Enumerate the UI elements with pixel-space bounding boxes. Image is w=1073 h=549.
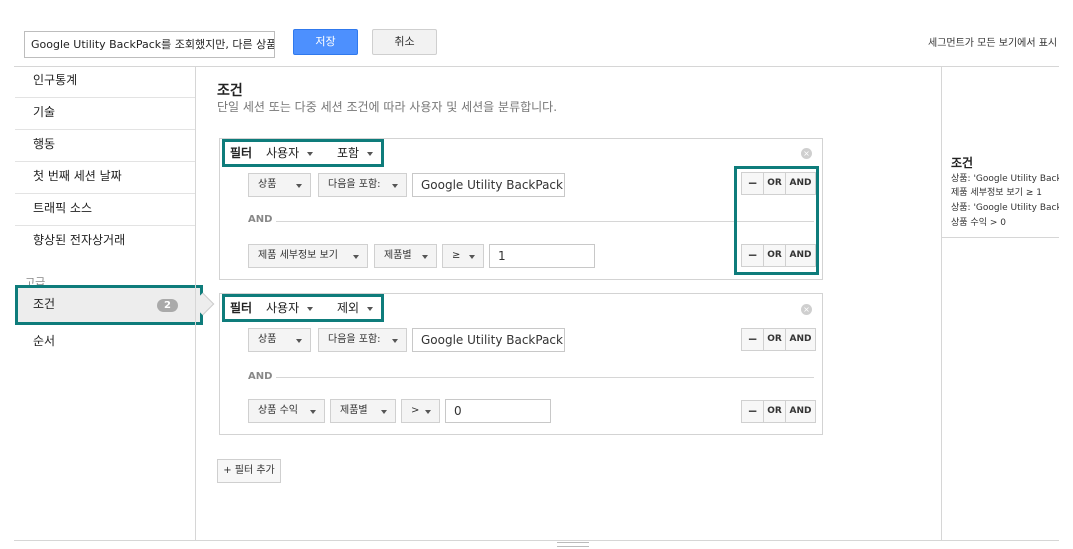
segment-visibility-note: 세그먼트가 모든 보기에서 표시 xyxy=(928,38,1058,49)
summary-line: 상품: 'Google Utility BackPack' xyxy=(951,203,1059,213)
summary-line: 상품: 'Google Utility BackPack' xyxy=(951,174,1059,184)
chevron-down-icon xyxy=(296,339,302,343)
sidebar-item-label: 조건 xyxy=(33,297,56,311)
or-button[interactable]: OR xyxy=(764,329,786,350)
segment-name-input[interactable]: Google Utility BackPack를 조회했지만, 다른 상품을 xyxy=(24,31,275,58)
sidebar-item-technology[interactable]: 기술 xyxy=(15,98,196,130)
operator-dropdown[interactable]: 다음을 포함: xyxy=(318,328,407,352)
logic-buttons: − OR AND xyxy=(741,328,816,351)
remove-condition-button[interactable]: − xyxy=(742,401,764,422)
condition-value-input[interactable]: Google Utility BackPack xyxy=(412,173,565,197)
and-button[interactable]: AND xyxy=(786,401,815,422)
close-icon[interactable]: × xyxy=(801,148,812,159)
add-filter-button[interactable]: + 필터 추가 xyxy=(217,459,281,483)
and-separator-label: AND xyxy=(248,371,273,382)
filter-label: 필터 xyxy=(230,301,253,315)
remove-condition-button[interactable]: − xyxy=(742,329,764,350)
metric-scope-dropdown[interactable]: 제품별 xyxy=(374,244,437,268)
and-button[interactable]: AND xyxy=(786,329,815,350)
bottom-divider xyxy=(14,540,1059,541)
scope-dropdown[interactable]: 사용자 xyxy=(266,297,314,319)
logic-buttons: − OR AND xyxy=(741,400,816,423)
summary-title: 조건 xyxy=(951,156,974,170)
operator-dropdown[interactable]: 다음을 포함: xyxy=(318,173,407,197)
page-description: 단일 세션 또는 다중 세션 조건에 따라 사용자 및 세션을 분류합니다. xyxy=(217,100,558,114)
sidebar-divider xyxy=(195,66,196,541)
sidebar-item-demographics[interactable]: 인구통계 xyxy=(15,66,196,98)
sidebar-item-traffic-source[interactable]: 트래픽 소스 xyxy=(15,194,196,226)
summary-line: 제품 세부정보 보기 ≥ 1 xyxy=(951,188,1042,198)
or-button[interactable]: OR xyxy=(764,401,786,422)
include-exclude-dropdown[interactable]: 제외 xyxy=(337,297,374,319)
chevron-down-icon xyxy=(296,184,302,188)
metric-dropdown[interactable]: 상품 수익 xyxy=(248,399,325,423)
sidebar-item-behavior[interactable]: 행동 xyxy=(15,130,196,162)
dimension-dropdown[interactable]: 상품 xyxy=(248,328,311,352)
chevron-down-icon xyxy=(367,151,374,156)
chevron-down-icon xyxy=(422,255,428,259)
count-badge: 2 xyxy=(157,299,178,312)
chevron-down-icon xyxy=(307,151,314,156)
sidebar-item-conditions[interactable]: 조건 2 xyxy=(15,285,215,325)
summary-line: 상품 수익 > 0 xyxy=(951,218,1006,228)
segment-summary: 조건 상품: 'Google Utility BackPack' 제품 세부정보… xyxy=(942,152,1059,238)
condition-value-input[interactable]: Google Utility BackPack xyxy=(412,328,565,352)
chevron-down-icon xyxy=(310,410,316,414)
metric-value-input[interactable]: 0 xyxy=(445,399,551,423)
metric-value-input[interactable]: 1 xyxy=(489,244,595,268)
comparator-dropdown[interactable]: ≥ xyxy=(442,244,484,268)
metric-scope-dropdown[interactable]: 제품별 xyxy=(330,399,396,423)
chevron-down-icon xyxy=(307,306,314,311)
sidebar-item-ecommerce[interactable]: 향상된 전자상거래 xyxy=(15,226,196,258)
and-separator-line xyxy=(276,377,814,378)
chevron-down-icon xyxy=(392,184,398,188)
summary-divider xyxy=(941,66,942,541)
comparator-dropdown[interactable]: > xyxy=(401,399,440,423)
and-separator-label: AND xyxy=(248,214,273,225)
logic-buttons-highlight xyxy=(734,166,819,275)
include-exclude-dropdown[interactable]: 포함 xyxy=(337,142,374,164)
sidebar-item-first-session[interactable]: 첫 번째 세션 날짜 xyxy=(15,162,196,194)
filter-header: 필터 사용자 포함 xyxy=(222,139,384,167)
filter-header: 필터 사용자 제외 xyxy=(222,294,384,322)
scope-dropdown[interactable]: 사용자 xyxy=(266,142,314,164)
chevron-down-icon xyxy=(367,306,374,311)
metric-dropdown[interactable]: 제품 세부정보 보기 xyxy=(248,244,368,268)
save-button[interactable]: 저장 xyxy=(293,29,358,55)
chevron-down-icon xyxy=(353,255,359,259)
chevron-down-icon xyxy=(425,410,431,414)
filter-label: 필터 xyxy=(230,146,253,160)
sidebar-item-sequences[interactable]: 순서 xyxy=(33,332,55,349)
chevron-down-icon xyxy=(469,255,475,259)
close-icon[interactable]: × xyxy=(801,304,812,315)
cancel-button[interactable]: 취소 xyxy=(372,29,437,55)
page-title: 조건 xyxy=(217,83,243,99)
dimension-dropdown[interactable]: 상품 xyxy=(248,173,311,197)
filter-card-1: 필터 사용자 포함 × 상품 다음을 포함: Google Utility Ba… xyxy=(219,138,823,280)
filter-card-2: 필터 사용자 제외 × 상품 다음을 포함: Google Utility Ba… xyxy=(219,293,823,435)
chevron-down-icon xyxy=(381,410,387,414)
resize-grip-icon[interactable] xyxy=(557,542,589,547)
chevron-down-icon xyxy=(392,339,398,343)
